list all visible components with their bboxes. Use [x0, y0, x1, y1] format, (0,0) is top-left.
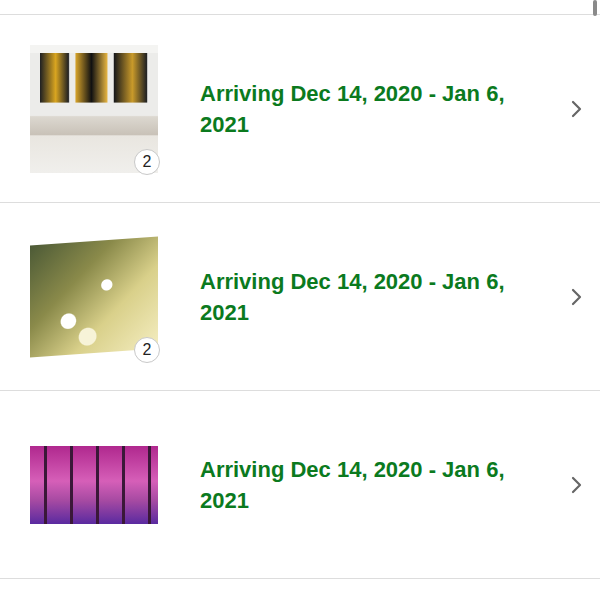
previous-row-end — [0, 0, 600, 15]
order-list: 2 Arriving Dec 14, 2020 - Jan 6, 2021 2 Arr… — [0, 15, 600, 579]
chevron-right-icon[interactable] — [570, 99, 584, 119]
delivery-status: Arriving Dec 14, 2020 - Jan 6, 2021 — [200, 78, 540, 140]
chevron-right-icon[interactable] — [570, 287, 584, 307]
order-row[interactable]: Arriving Dec 14, 2020 - Jan 6, 2021 — [0, 391, 600, 579]
product-photo — [30, 446, 158, 524]
product-thumbnail[interactable] — [30, 421, 158, 549]
product-thumbnail[interactable]: 2 — [30, 45, 158, 173]
chevron-right-icon[interactable] — [570, 475, 584, 495]
quantity-badge: 2 — [134, 149, 160, 175]
delivery-status: Arriving Dec 14, 2020 - Jan 6, 2021 — [200, 266, 540, 328]
delivery-status: Arriving Dec 14, 2020 - Jan 6, 2021 — [200, 454, 540, 516]
scrollbar[interactable] — [593, 0, 597, 16]
product-thumbnail[interactable]: 2 — [30, 233, 158, 361]
order-row[interactable]: 2 Arriving Dec 14, 2020 - Jan 6, 2021 — [0, 203, 600, 391]
order-row[interactable]: 2 Arriving Dec 14, 2020 - Jan 6, 2021 — [0, 15, 600, 203]
quantity-badge: 2 — [134, 337, 160, 363]
